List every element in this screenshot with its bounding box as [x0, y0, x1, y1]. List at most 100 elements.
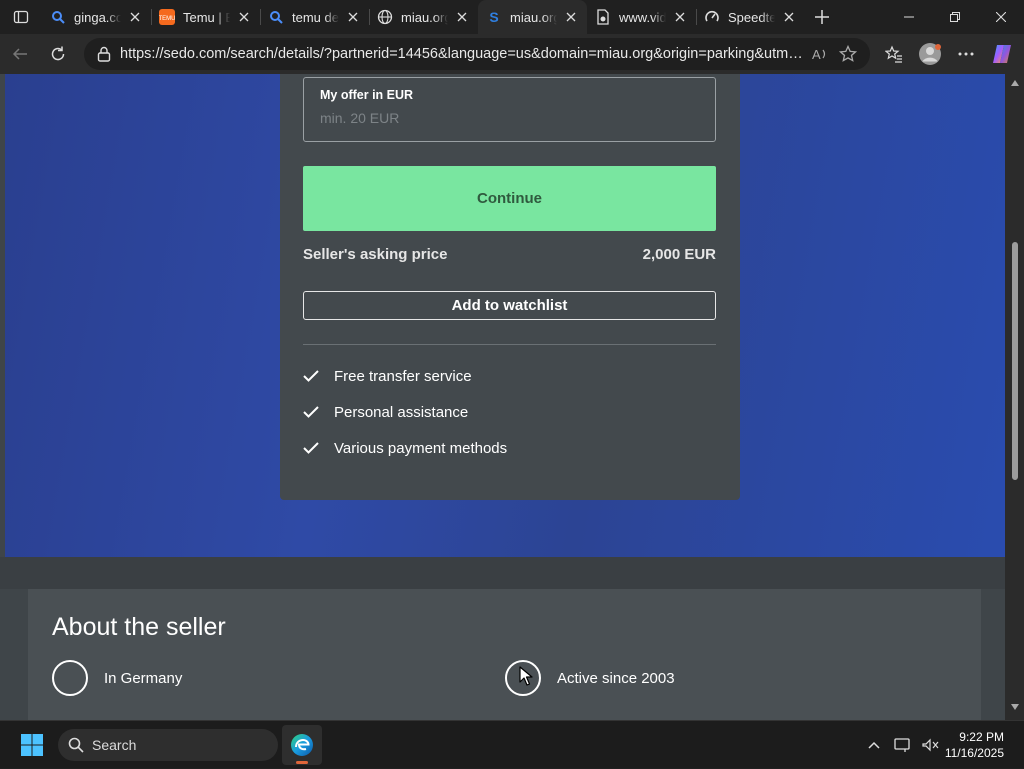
- svg-text:TEMU: TEMU: [159, 16, 175, 22]
- close-icon: [996, 12, 1006, 22]
- mouse-cursor-icon: [519, 666, 533, 686]
- page-viewport: My offer in EUR Continue Seller's asking…: [0, 74, 1005, 720]
- close-icon[interactable]: [345, 9, 361, 25]
- tab-temu[interactable]: TEMU Temu | Ex: [151, 0, 260, 34]
- asking-price-value: 2,000 EUR: [642, 246, 716, 263]
- search-icon: [50, 9, 66, 25]
- clock[interactable]: 9:22 PM 11/16/2025: [944, 729, 1024, 761]
- network-volume-icon: [922, 738, 939, 751]
- divider: [303, 344, 716, 345]
- favorites-button[interactable]: [876, 36, 912, 72]
- tab-title: miau.org: [510, 9, 557, 25]
- copilot-icon: [993, 45, 1011, 63]
- asking-price-row: Seller's asking price 2,000 EUR: [303, 246, 716, 263]
- page-scrollbar[interactable]: [1005, 74, 1024, 720]
- tab-vidi[interactable]: www.vidi: [587, 0, 696, 34]
- tab-title: ginga.co: [74, 9, 121, 25]
- more-icon: [958, 52, 974, 56]
- window-controls: [886, 0, 1024, 34]
- tray-device-button[interactable]: [888, 721, 916, 769]
- tab-title: Speedte: [728, 9, 775, 25]
- list-item: Personal assistance: [303, 394, 716, 430]
- tab-actions-button[interactable]: [0, 0, 42, 34]
- offer-input[interactable]: [320, 110, 699, 126]
- read-aloud-icon[interactable]: A: [806, 40, 834, 68]
- sedo-icon: S: [486, 9, 502, 25]
- edge-icon: [291, 733, 313, 756]
- chevron-up-icon: [868, 741, 880, 749]
- close-icon[interactable]: [127, 9, 143, 25]
- checkmark-icon: [303, 406, 334, 418]
- tab-temu-search[interactable]: temu det: [260, 0, 369, 34]
- tab-ginga[interactable]: ginga.co: [42, 0, 151, 34]
- taskbar-edge-button[interactable]: [282, 724, 322, 765]
- feature-list: Free transfer service Personal assistanc…: [303, 358, 716, 466]
- location-icon: [52, 660, 88, 696]
- search-icon: [68, 737, 84, 753]
- close-window-button[interactable]: [978, 0, 1024, 34]
- star-icon[interactable]: [834, 40, 862, 68]
- asking-price-label: Seller's asking price: [303, 246, 448, 263]
- speedtest-icon: [704, 9, 720, 25]
- add-to-watchlist-button[interactable]: Add to watchlist: [303, 291, 716, 320]
- clock-time: 9:22 PM: [959, 729, 1004, 744]
- taskbar-search-label: Search: [92, 736, 137, 753]
- profile-button[interactable]: [912, 36, 948, 72]
- seller-location: In Germany: [52, 660, 182, 696]
- new-tab-button[interactable]: [805, 0, 839, 34]
- address-bar[interactable]: https://sedo.com/search/details/?partner…: [84, 38, 870, 70]
- copilot-button[interactable]: [984, 36, 1020, 72]
- tab-speedtest[interactable]: Speedte: [696, 0, 805, 34]
- scrollbar-thumb[interactable]: [1012, 242, 1018, 480]
- section-title: About the seller: [52, 613, 226, 641]
- tab-strip: ginga.co TEMU Temu | Ex temu det miau.or…: [0, 0, 1024, 34]
- minimize-button[interactable]: [886, 0, 932, 34]
- feature-label: Personal assistance: [334, 403, 469, 421]
- url-text[interactable]: https://sedo.com/search/details/?partner…: [120, 46, 806, 62]
- taskbar: Search 9:22 PM 11/16/2025: [0, 720, 1024, 768]
- checkmark-icon: [303, 442, 334, 454]
- svg-text:A: A: [812, 47, 821, 62]
- back-arrow-icon: [12, 48, 27, 60]
- close-icon[interactable]: [781, 9, 797, 25]
- tab-miau-sedo[interactable]: S miau.org: [478, 0, 587, 34]
- list-item: Various payment methods: [303, 430, 716, 466]
- back-button[interactable]: [2, 36, 38, 72]
- feature-label: Various payment methods: [334, 439, 508, 457]
- scroll-down-icon[interactable]: [1010, 702, 1020, 712]
- refresh-button[interactable]: [40, 36, 76, 72]
- tab-miau-globe[interactable]: miau.org: [369, 0, 478, 34]
- close-icon[interactable]: [563, 9, 579, 25]
- scroll-up-icon[interactable]: [1010, 78, 1020, 88]
- tab-title: Temu | Ex: [183, 9, 230, 25]
- favorites-icon: [885, 45, 902, 63]
- globe-icon: [377, 9, 393, 25]
- continue-button[interactable]: Continue: [303, 166, 716, 231]
- section-band: [0, 557, 1005, 589]
- start-button[interactable]: [8, 721, 56, 769]
- tab-title: temu det: [292, 9, 339, 25]
- refresh-icon: [51, 46, 65, 61]
- restore-button[interactable]: [932, 0, 978, 34]
- offer-field[interactable]: My offer in EUR: [303, 77, 716, 142]
- lock-icon[interactable]: [94, 44, 114, 64]
- windows-logo-icon: [21, 733, 43, 756]
- close-icon[interactable]: [672, 9, 688, 25]
- close-icon[interactable]: [454, 9, 470, 25]
- hero-section: My offer in EUR Continue Seller's asking…: [5, 74, 1005, 557]
- settings-more-button[interactable]: [948, 36, 984, 72]
- restore-icon: [950, 12, 960, 22]
- tab-title: www.vidi: [619, 9, 666, 25]
- toolbar-actions: [876, 36, 1020, 72]
- taskbar-search[interactable]: Search: [58, 728, 278, 761]
- tablet-icon: [894, 737, 910, 752]
- clock-date: 11/16/2025: [944, 745, 1004, 760]
- tab-title: miau.org: [401, 9, 448, 25]
- seller-active-since-label: Active since 2003: [557, 669, 675, 687]
- page-icon: [595, 9, 611, 25]
- close-icon[interactable]: [236, 9, 252, 25]
- tray-network-button[interactable]: [916, 721, 944, 769]
- tray-overflow-button[interactable]: [860, 721, 888, 769]
- system-tray: 9:22 PM 11/16/2025: [860, 721, 1024, 769]
- browser-toolbar: https://sedo.com/search/details/?partner…: [0, 34, 1024, 74]
